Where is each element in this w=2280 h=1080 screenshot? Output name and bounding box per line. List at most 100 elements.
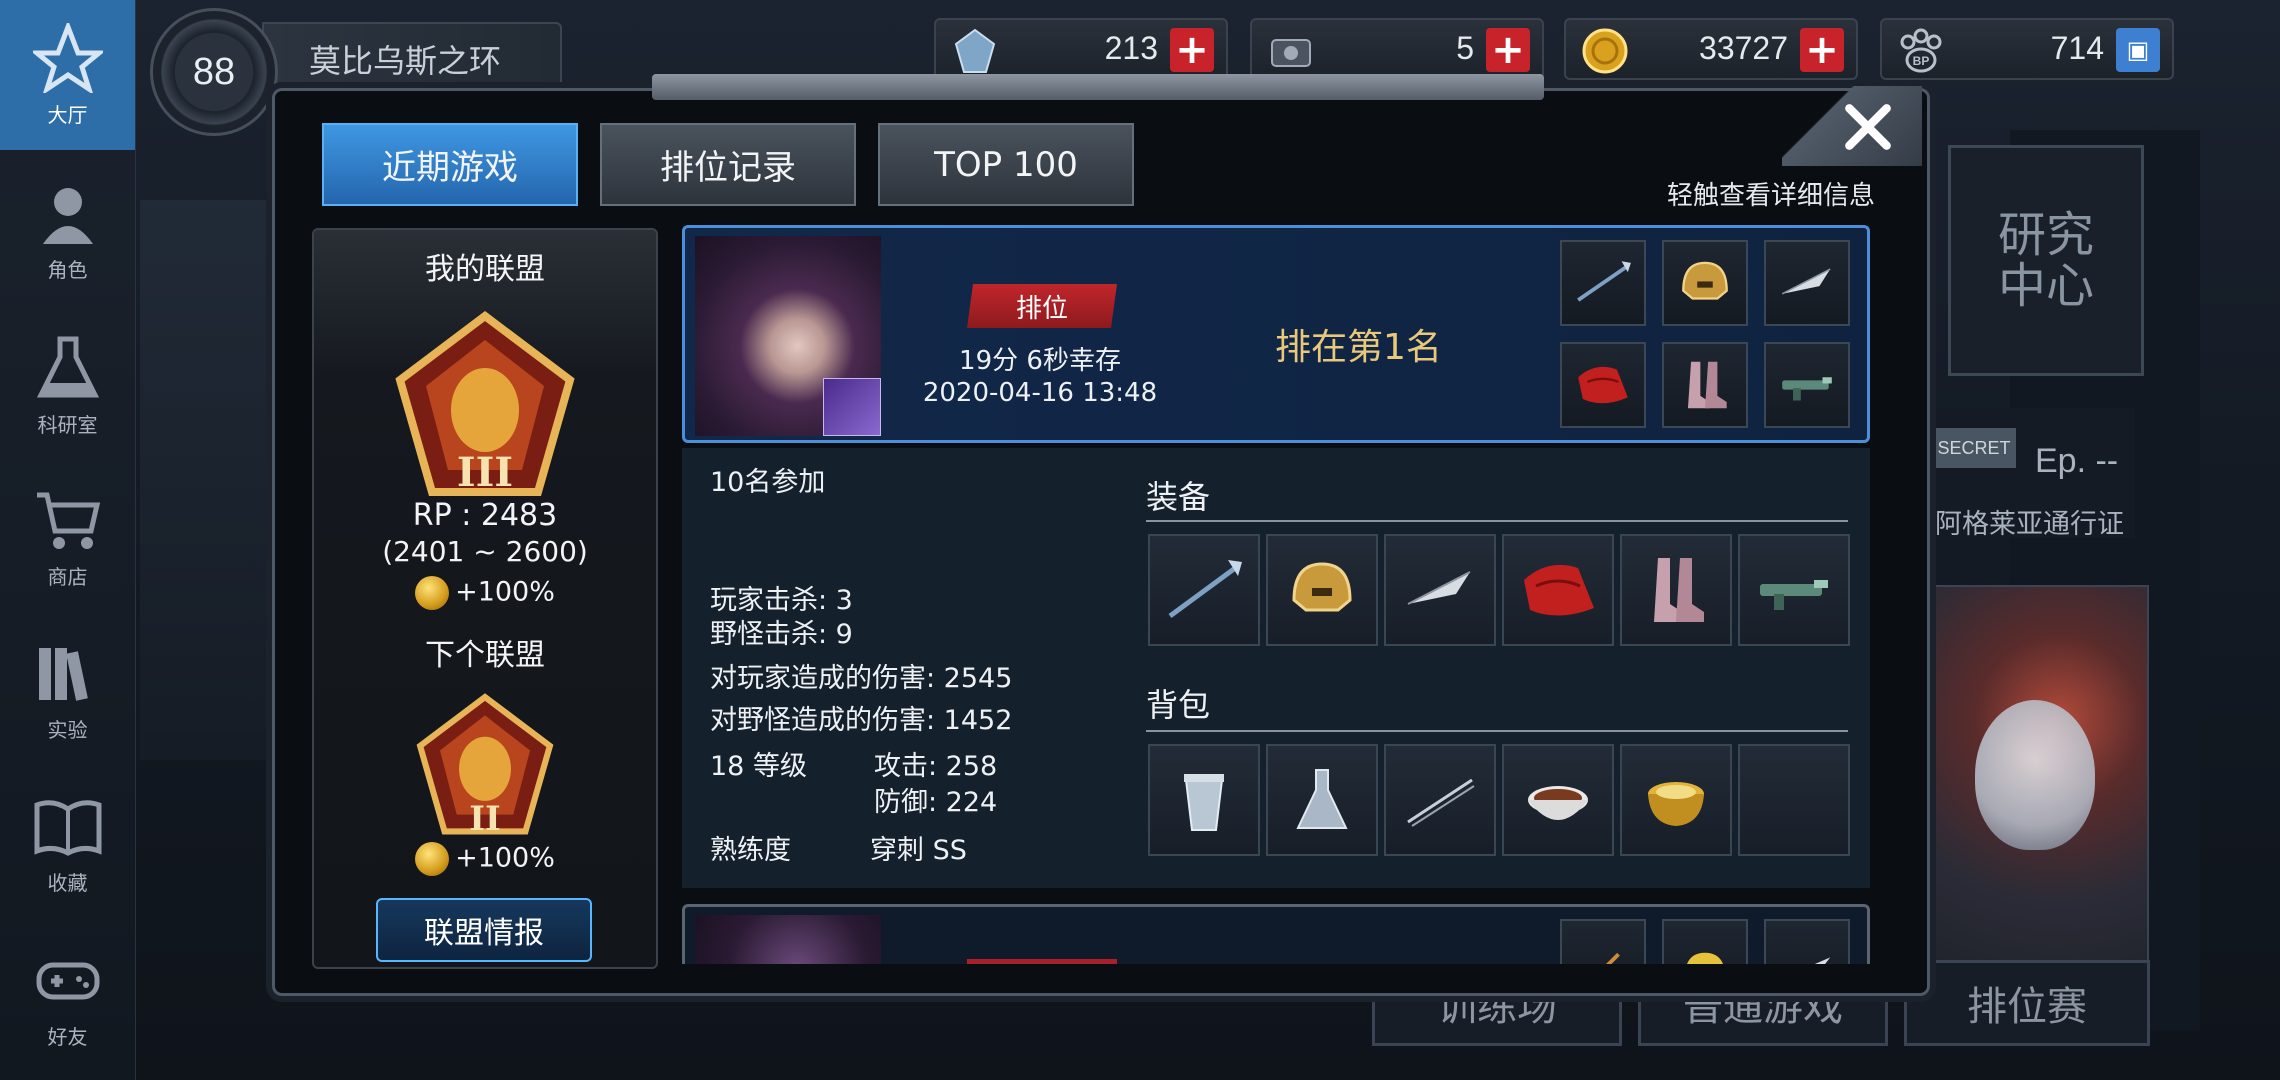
sidebar-item-character[interactable]: 角色 <box>0 155 135 305</box>
ranked-mode-tag <box>967 959 1117 964</box>
spear-icon <box>1168 560 1242 619</box>
bag-slot[interactable] <box>1384 744 1496 856</box>
resource-crystal: 213 + <box>934 18 1228 80</box>
stew-bowl-icon <box>1528 786 1588 820</box>
sidebar-item-collection[interactable]: 收藏 <box>0 768 135 918</box>
red-cloak-icon <box>1524 564 1594 616</box>
sidebar-item-lobby[interactable]: 大厅 <box>0 0 135 150</box>
game-datetime: 2020-04-16 13:48 <box>922 378 1158 408</box>
device-icon <box>1271 39 1311 67</box>
sidebar-item-experiment[interactable]: 实验 <box>0 615 135 765</box>
equipment-slot[interactable] <box>1384 534 1496 646</box>
sidebar-item-shop[interactable]: 商店 <box>0 462 135 612</box>
needle-icon <box>1407 778 1475 827</box>
league-info-button[interactable]: 联盟情报 <box>376 898 592 962</box>
feather-arrow-icon <box>1814 957 1831 964</box>
crystal-add-button[interactable]: + <box>1170 28 1214 72</box>
mini-equip-slot <box>1560 342 1646 428</box>
equipment-slot[interactable] <box>1266 534 1378 646</box>
bp-pass-button[interactable]: ▣ <box>2116 28 2160 72</box>
jade-gun-icon <box>1760 580 1828 610</box>
game-detail-panel: 10名参加 玩家击杀: 3 野怪击杀: 9 对玩家造成的伤害: 2545 对野怪… <box>682 448 1870 888</box>
episode-label: Ep. -- <box>2035 442 2119 480</box>
bag-slot[interactable] <box>1502 744 1614 856</box>
participants-count: 10名参加 <box>710 467 826 498</box>
equipment-divider <box>1146 520 1848 522</box>
research-center-card[interactable]: 研究 中心 <box>1948 145 2144 376</box>
equipment-slot[interactable] <box>1738 534 1850 646</box>
mastery-value: 穿刺 SS <box>870 835 967 866</box>
ranked-game-button[interactable]: 排位赛 <box>1904 960 2150 1046</box>
coin-icon <box>415 576 450 610</box>
modal-handle-bar <box>652 74 1544 100</box>
gamepad-icon <box>36 962 99 999</box>
resource-coin: 33727 + <box>1564 18 1858 80</box>
close-button[interactable] <box>1828 92 1908 162</box>
svg-text:BP: BP <box>1913 54 1930 68</box>
my-league-title: 我的联盟 <box>425 252 545 287</box>
tab-rank-records[interactable]: 排位记录 <box>600 123 856 206</box>
my-bonus-text: +100% <box>455 576 555 608</box>
bag-slot[interactable] <box>1620 744 1732 856</box>
feather-arrow-icon <box>1407 571 1471 605</box>
bp-paw-icon: BP <box>1900 28 1942 73</box>
crystal-count: 213 <box>1104 30 1158 66</box>
coin-add-button[interactable]: + <box>1800 28 1844 72</box>
game-record-card-2[interactable] <box>682 904 1870 964</box>
equipment-slot[interactable] <box>1502 534 1614 646</box>
resource-device: 5 + <box>1250 18 1544 80</box>
mini-equip-slot <box>1764 240 1850 326</box>
pass-label: 阿格莱亚通行证 <box>1935 509 2124 540</box>
open-book-icon <box>34 799 101 856</box>
bag-slot[interactable] <box>1266 744 1378 856</box>
bag-slot[interactable] <box>1148 744 1260 856</box>
flask-icon <box>1296 769 1348 829</box>
red-cloak-icon <box>1578 366 1628 404</box>
survival-time: 19分 6秒幸存 <box>959 346 1121 376</box>
rp-range: (2401 ~ 2600) <box>382 535 588 568</box>
tab-top-100[interactable]: TOP 100 <box>878 123 1134 206</box>
sidebar-item-friends[interactable]: 好友 <box>0 922 135 1072</box>
helmet-icon <box>1682 261 1728 300</box>
cup-icon <box>1184 774 1224 831</box>
next-league-badge-icon: II <box>416 693 554 838</box>
crystal-icon <box>954 28 996 73</box>
league-badge-icon: III <box>395 310 575 496</box>
player-damage: 对玩家造成的伤害: 2545 <box>710 663 1013 694</box>
helmet-icon <box>1687 952 1723 964</box>
mini-equip-slot <box>1662 240 1748 326</box>
equipment-slot[interactable] <box>1148 534 1260 646</box>
character-level: 18 等级 <box>710 751 807 782</box>
attack-stat: 攻击: 258 <box>874 751 998 782</box>
game-record-card[interactable]: 排位 19分 6秒幸存 2020-04-16 13:48 排在第1名 <box>682 225 1870 443</box>
mini-equip-slot <box>1560 240 1646 326</box>
mastery-label: 熟练度 <box>710 835 791 866</box>
jade-gun-icon <box>1782 377 1832 401</box>
golden-pot-icon <box>1648 782 1704 826</box>
defense-stat: 防御: 224 <box>874 787 998 818</box>
sidebar-item-label: 好友 <box>47 1024 88 1049</box>
device-add-button[interactable]: + <box>1486 28 1530 72</box>
coin-icon <box>415 842 450 876</box>
sidebar: 大厅 角色 科研室 商店 实验 收藏 好友 <box>0 0 136 1080</box>
league-panel: 我的联盟 III RP : 2483 (2401 ~ 2600) +100% 下… <box>312 228 658 969</box>
bag-title: 背包 <box>1146 686 1211 724</box>
player-level[interactable]: 88 <box>150 8 278 136</box>
equipment-slot[interactable] <box>1620 534 1732 646</box>
next-bonus-text: +100% <box>455 842 555 874</box>
character-art-face <box>1975 700 2095 850</box>
secret-badge: SECRET <box>1932 428 2016 468</box>
next-league-title: 下个联盟 <box>425 638 545 673</box>
tab-recent-games[interactable]: 近期游戏 <box>322 123 578 206</box>
bp-count: 714 <box>2050 30 2104 66</box>
map-name-banner: 莫比乌斯之环 <box>262 22 562 96</box>
cart-icon <box>36 492 100 549</box>
helmet-icon <box>1292 562 1352 612</box>
dagger-icon <box>1606 952 1620 964</box>
lobby-star-icon <box>32 22 103 93</box>
sidebar-item-lab[interactable]: 科研室 <box>0 310 135 460</box>
flask-icon <box>36 336 99 397</box>
boots-icon <box>1687 361 1727 409</box>
mini-equip-slot <box>1560 919 1646 964</box>
research-center-label: 研究 中心 <box>1997 207 2094 314</box>
